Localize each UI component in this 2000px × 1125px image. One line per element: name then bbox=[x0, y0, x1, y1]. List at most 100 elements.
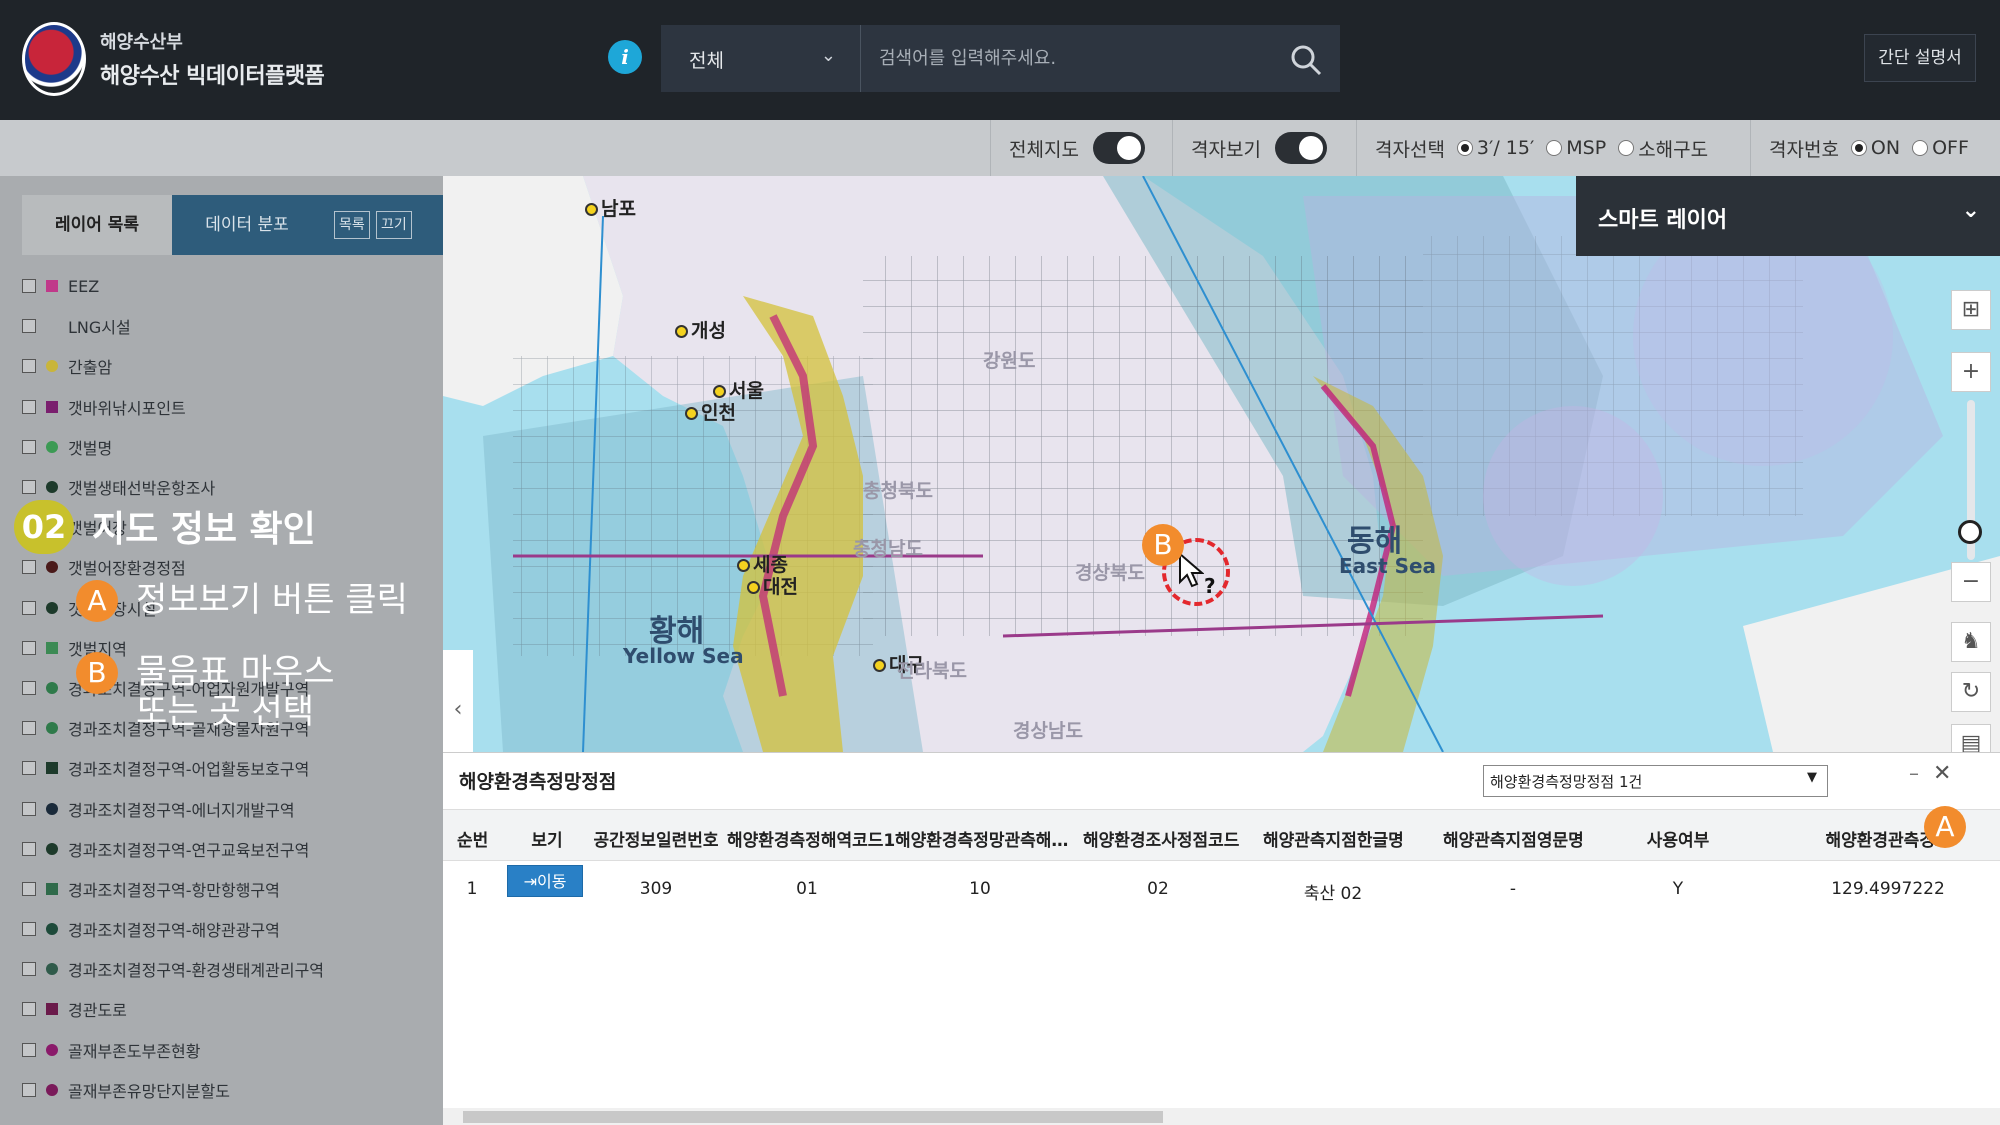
layer-checkbox[interactable] bbox=[22, 680, 36, 695]
chevron-down-icon: ⌄ bbox=[1961, 198, 1980, 223]
layer-checkbox[interactable] bbox=[22, 1082, 36, 1097]
layer-checkbox[interactable] bbox=[22, 640, 36, 655]
search-category-select[interactable]: 전체 ⌄ bbox=[661, 25, 861, 92]
off-button[interactable]: 끄기 bbox=[376, 211, 412, 239]
layer-checkbox[interactable] bbox=[22, 359, 36, 374]
col-header[interactable]: 보기 bbox=[527, 826, 567, 851]
layer-label: 갯바위낚시포인트 bbox=[68, 398, 186, 418]
col-header[interactable]: 공간정보일련번호 bbox=[591, 826, 721, 851]
close-icon[interactable]: ✕ bbox=[1933, 761, 1951, 786]
layer-checkbox[interactable] bbox=[22, 801, 36, 816]
layer-label: 갯벌생태선박운항조사 bbox=[68, 479, 216, 499]
col-header[interactable]: 해양환경조사정점코드 bbox=[1083, 826, 1239, 851]
col-header[interactable]: 해양관측지점영문명 bbox=[1443, 826, 1584, 851]
layer-checkbox[interactable] bbox=[22, 560, 36, 575]
grid-view-toggle[interactable] bbox=[1274, 132, 1327, 164]
horizontal-scrollbar[interactable] bbox=[443, 1108, 2000, 1125]
minimize-icon[interactable]: – bbox=[1909, 761, 1919, 785]
layer-item[interactable]: 경과조치결정구역-어업활동보호구역 bbox=[22, 748, 442, 788]
layer-checkbox[interactable] bbox=[22, 922, 36, 937]
layer-checkbox[interactable] bbox=[22, 319, 36, 334]
col-header[interactable]: 순번 bbox=[457, 826, 488, 851]
layer-item[interactable]: EEZ bbox=[22, 266, 442, 306]
layer-checkbox[interactable] bbox=[22, 600, 36, 615]
info-icon[interactable]: i bbox=[608, 40, 642, 74]
step-a-badge: A bbox=[76, 580, 118, 622]
layer-item[interactable]: 갯바위낚시포인트 bbox=[22, 387, 442, 427]
panel-feature-select[interactable]: 해양환경측정망정점 1건 ▼ bbox=[1483, 765, 1828, 797]
layer-checkbox[interactable] bbox=[22, 399, 36, 414]
layer-item[interactable]: 골재부존유망단지분할도 bbox=[22, 1070, 442, 1110]
map-b-marker: B bbox=[1142, 524, 1184, 566]
col-header[interactable]: 해양환경측정망관측해… bbox=[895, 826, 1068, 851]
layer-item[interactable]: 경과조치결정구역-해양관광구역 bbox=[22, 909, 442, 949]
full-map-toggle[interactable] bbox=[1092, 132, 1145, 164]
grid-select-sohae-radio[interactable]: 소해구도 bbox=[1618, 135, 1708, 162]
layer-symbol-icon bbox=[46, 1083, 58, 1096]
layers-grid-icon[interactable]: ⊞ bbox=[1951, 290, 1991, 330]
layer-checkbox[interactable] bbox=[22, 962, 36, 977]
layer-symbol-icon bbox=[46, 400, 58, 413]
layer-item[interactable]: 경과조치결정구역-연구교육보전구역 bbox=[22, 829, 442, 869]
tab-data-distribution[interactable]: 데이터 분포 bbox=[172, 195, 322, 255]
grid-number-on-radio[interactable]: ON bbox=[1850, 137, 1900, 159]
layer-checkbox[interactable] bbox=[22, 761, 36, 776]
platform-name[interactable]: 해양수산 빅데이터플랫폼 bbox=[100, 58, 325, 90]
search-category-value: 전체 bbox=[689, 50, 724, 72]
chevron-down-icon: ⌄ bbox=[820, 45, 836, 66]
layer-item[interactable]: LNG시설 bbox=[22, 306, 442, 346]
col-header[interactable]: 사용여부 bbox=[1643, 826, 1713, 851]
layer-item[interactable]: 경과조치결정구역-환경생태계관리구역 bbox=[22, 949, 442, 989]
col-header[interactable]: 해양환경측정해역코드1 bbox=[727, 826, 895, 851]
move-to-button[interactable]: ⇥이동 bbox=[507, 865, 583, 897]
layer-item[interactable]: 갯벌명 bbox=[22, 427, 442, 467]
layer-symbol-icon bbox=[46, 360, 58, 373]
grid-select-3-15-radio[interactable]: 3′/ 15′ bbox=[1456, 137, 1534, 159]
cell-name-en: - bbox=[1509, 879, 1517, 899]
search-input[interactable] bbox=[879, 25, 1279, 92]
layer-checkbox[interactable] bbox=[22, 439, 36, 454]
pegman-icon[interactable]: ♞ bbox=[1951, 622, 1991, 662]
grid-number-off-radio[interactable]: OFF bbox=[1912, 137, 1969, 159]
manual-button[interactable]: 간단 설명서 bbox=[1864, 34, 1976, 82]
layer-label: 갯벌어장환경정점 bbox=[68, 559, 186, 579]
refresh-icon[interactable]: ↻ bbox=[1951, 672, 1991, 712]
layer-checkbox[interactable] bbox=[22, 1042, 36, 1057]
search-bar: 전체 ⌄ bbox=[661, 25, 1340, 92]
tab-layer-list[interactable]: 레이어 목록 bbox=[22, 195, 172, 255]
layer-checkbox[interactable] bbox=[22, 279, 36, 294]
smart-layer-header[interactable]: 스마트 레이어 ⌄ bbox=[1576, 176, 2000, 256]
layer-item[interactable]: 경관도로 bbox=[22, 989, 442, 1029]
cell-name-ko: 축산 02 bbox=[1303, 884, 1363, 904]
map-region-label: 경상북도 bbox=[1075, 562, 1145, 584]
map-canvas[interactable]: 남포 개성 서울 인천 세종 대전 대구 강원도 충청북도 충청남도 경상북도 … bbox=[443, 176, 2000, 752]
layer-checkbox[interactable] bbox=[22, 841, 36, 856]
map-city-label: 인천 bbox=[685, 398, 736, 425]
layer-symbol-icon bbox=[46, 1003, 58, 1016]
layer-checkbox[interactable] bbox=[22, 480, 36, 495]
zoom-out-button[interactable]: − bbox=[1951, 562, 1991, 602]
layer-label: 골재부존도부존현황 bbox=[68, 1041, 201, 1061]
layer-symbol-icon bbox=[46, 440, 58, 453]
layer-symbol-icon bbox=[46, 280, 58, 293]
feature-info-panel: 해양환경측정망정점 해양환경측정망정점 1건 ▼ – ✕ 순번 보기 공간정보일… bbox=[443, 752, 2000, 1125]
layer-item[interactable]: 간출암 bbox=[22, 346, 442, 386]
layer-checkbox[interactable] bbox=[22, 721, 36, 736]
layer-symbol-icon bbox=[46, 963, 58, 976]
layer-checkbox[interactable] bbox=[22, 1002, 36, 1017]
layer-checkbox[interactable] bbox=[22, 881, 36, 896]
layer-item[interactable]: 경과조치결정구역-에너지개발구역 bbox=[22, 788, 442, 828]
zoom-slider-handle[interactable] bbox=[1958, 520, 1982, 544]
layer-item[interactable]: 골재부존도부존현황 bbox=[22, 1030, 442, 1070]
layer-symbol-icon bbox=[46, 641, 58, 654]
zoom-in-button[interactable]: + bbox=[1951, 352, 1991, 392]
layer-item[interactable]: 경과조치결정구역-항만항행구역 bbox=[22, 869, 442, 909]
government-emblem-icon[interactable] bbox=[22, 22, 86, 96]
scrollbar-thumb[interactable] bbox=[463, 1111, 1163, 1123]
list-button[interactable]: 목록 bbox=[334, 211, 370, 239]
full-map-label: 전체지도 bbox=[1009, 138, 1079, 161]
grid-select-msp-radio[interactable]: MSP bbox=[1546, 137, 1606, 159]
cell-longitude: 129.4997222 bbox=[1831, 879, 1945, 899]
col-header[interactable]: 해양관측지점한글명 bbox=[1263, 826, 1404, 851]
search-icon[interactable] bbox=[1289, 43, 1323, 77]
